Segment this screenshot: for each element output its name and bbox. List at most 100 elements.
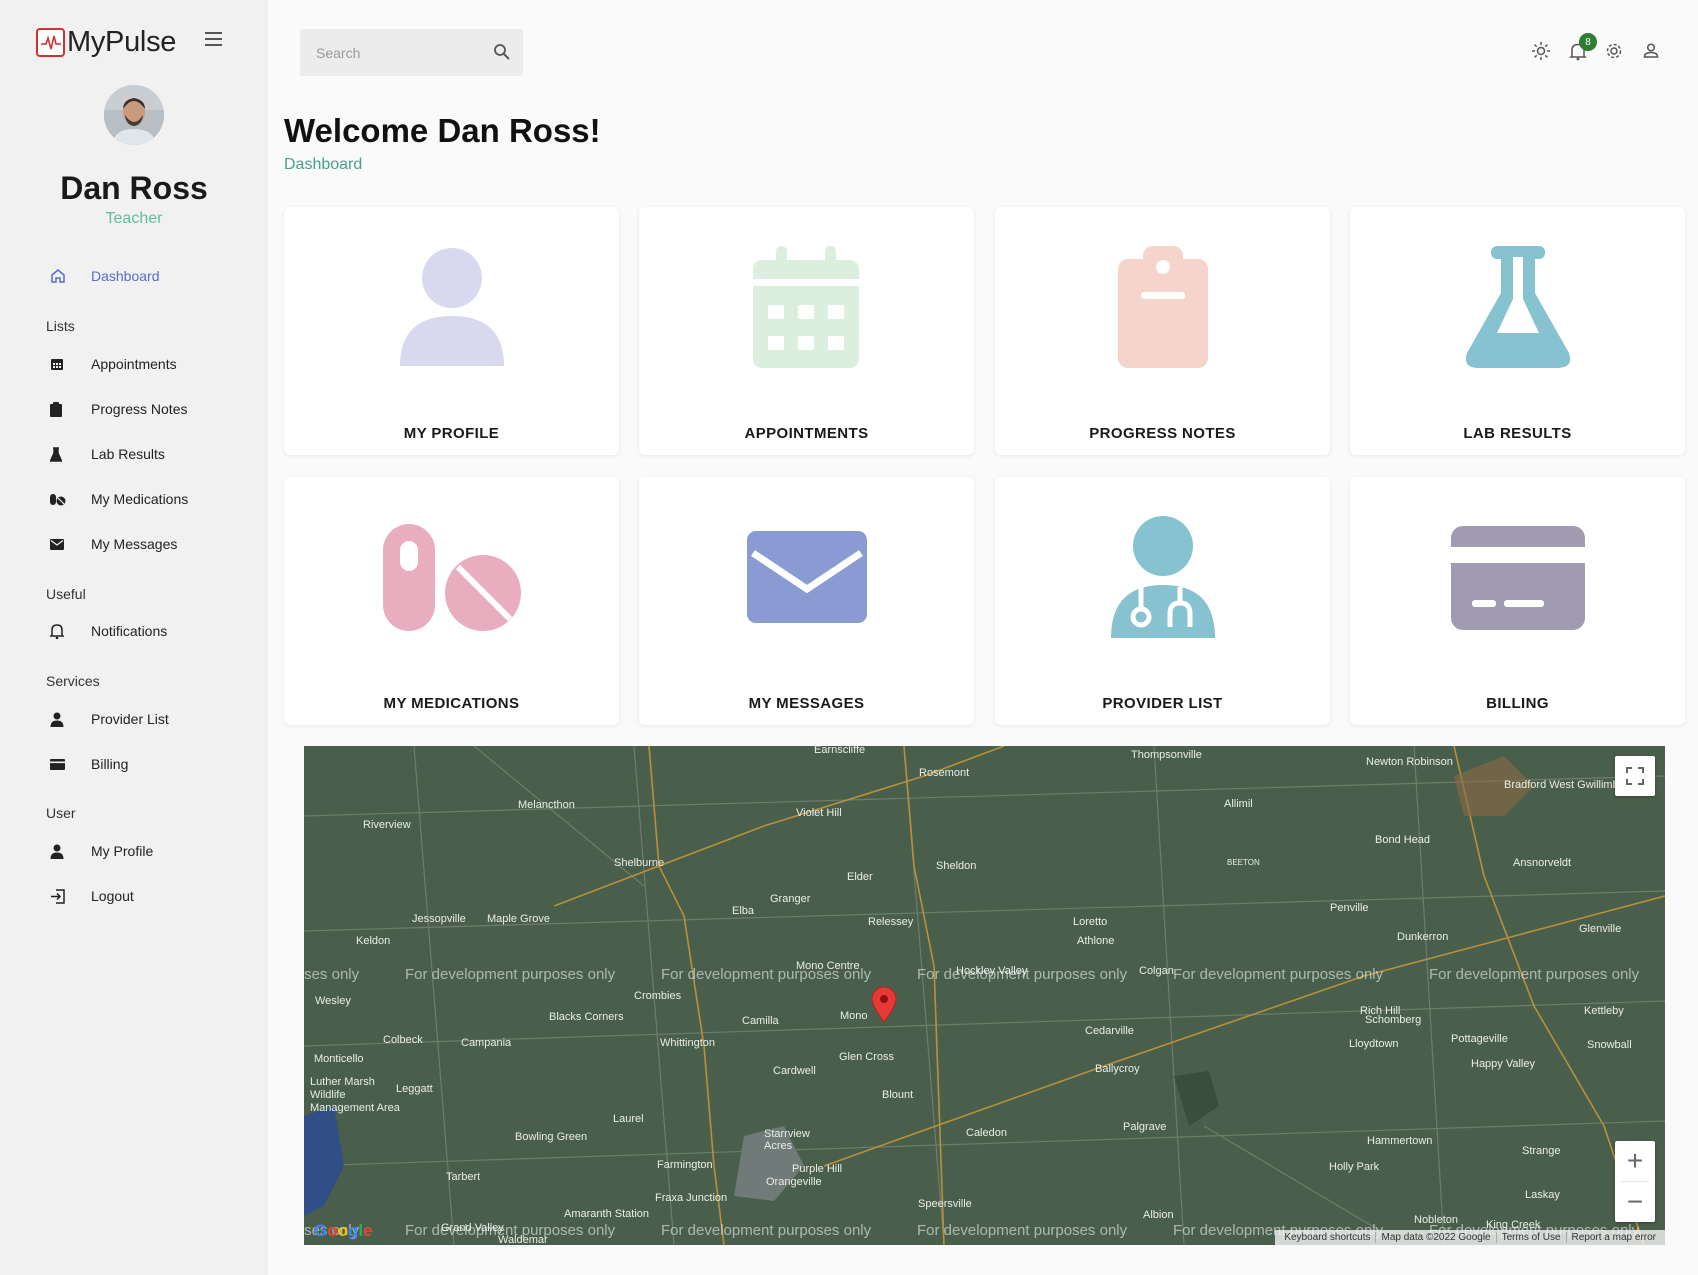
sidebar-item-notifications[interactable]: Notifications [50,623,167,639]
map-place-label: Athlone [1077,935,1115,947]
search-input[interactable] [316,42,486,64]
sidebar-item-my-messages[interactable]: My Messages [50,536,177,552]
map-place-label: Rosemont [919,767,970,779]
card-label: PROGRESS NOTES [1089,425,1236,442]
map-place-label: Elba [732,905,755,917]
sidebar-item-billing[interactable]: Billing [50,756,128,772]
pulse-logo-icon [36,28,65,57]
sidebar-item-lab-results[interactable]: Lab Results [50,446,165,462]
map-place-label: Violet Hill [796,807,842,819]
map-place-label: Laskay [1525,1189,1560,1201]
map-place-label: Maple Grove [487,913,550,925]
brightness-icon[interactable] [1531,41,1551,61]
card-billing[interactable]: BILLING [1350,477,1685,725]
map[interactable]: Earnscliffe Rosemont Thompsonville Newto… [304,746,1665,1245]
nav-section-services: Services [46,673,100,689]
zoom-out-button[interactable]: − [1615,1182,1655,1222]
map-place-label: Mono [840,1010,868,1022]
card-label: MY PROFILE [403,425,500,442]
map-place-label: Penville [1330,902,1369,914]
card-provider-list[interactable]: PROVIDER LIST [995,477,1330,725]
sidebar-item-label: My Profile [91,843,154,859]
sidebar-item-appointments[interactable]: Appointments [50,356,177,372]
map-place-label: Camilla [742,1015,779,1027]
map-place-label: Tarbert [446,1171,481,1183]
map-place-label: Allimil [1224,798,1253,810]
map-place-label: Jessopville [412,913,466,925]
sidebar-item-provider-list[interactable]: Provider List [50,711,169,727]
map-data-text: Map data ©2022 Google [1376,1232,1497,1243]
card-label: BILLING [1486,695,1549,712]
search-icon[interactable] [493,43,513,63]
sidebar-item-dashboard[interactable]: Dashboard [50,268,160,284]
sidebar-item-label: Billing [91,756,129,772]
map-place-label: Palgrave [1123,1121,1167,1133]
map-place-label: Thompsonville [1131,749,1202,761]
map-place-label: Kettleby [1584,1005,1624,1017]
page-title: Welcome Dan Ross! [284,112,601,149]
map-place-label: Blacks Corners [549,1011,624,1023]
map-place-label: Granger [770,893,811,905]
map-place-label: Snowball [1587,1039,1632,1051]
sidebar-item-label: Provider List [91,711,169,727]
clipboard-icon [50,401,76,417]
notification-badge: 8 [1579,33,1597,51]
map-place-label: Colbeck [383,1034,423,1046]
map-place-label: Sheldon [936,860,977,872]
map-place-label: Relessey [868,916,914,928]
clipboard-icon [995,245,1330,370]
sidebar: MyPulse Dan Ross Teacher Dashboard Lists… [0,0,268,1275]
sidebar-item-progress-notes[interactable]: Progress Notes [50,401,187,417]
map-place-label: Shelburne [614,857,665,869]
account-icon[interactable] [1641,41,1661,61]
sidebar-item-label: Appointments [91,356,177,372]
card-label: MY MEDICATIONS [383,695,520,712]
map-place-label: Starrview Acres [764,1128,810,1152]
map-place-label: Bond Head [1375,834,1431,846]
gear-icon[interactable] [1604,41,1624,61]
map-place-label: Speersville [918,1198,972,1210]
sidebar-item-label: My Messages [91,536,178,552]
flask-icon [1350,245,1685,370]
map-marker-icon[interactable] [871,986,897,1028]
fullscreen-icon [1626,767,1644,785]
map-place-label: Newton Robinson [1366,756,1453,768]
map-roads [304,746,1665,1245]
map-place-label: Laurel [613,1113,644,1125]
sidebar-item-label: Notifications [91,623,168,639]
map-place-label: Melancthon [518,799,575,811]
card-label: LAB RESULTS [1463,425,1572,442]
map-place-label: Earnscliffe [814,746,866,756]
map-place-label: Strange [1522,1145,1561,1157]
doctor-icon [995,515,1330,640]
sidebar-item-my-profile[interactable]: My Profile [50,843,153,859]
breadcrumb[interactable]: Dashboard [284,156,362,174]
map-place-label: Pottageville [1451,1033,1508,1045]
sidebar-item-my-medications[interactable]: My Medications [50,491,188,507]
card-my-profile[interactable]: MY PROFILE [284,207,619,455]
sidebar-item-label: Logout [91,888,134,904]
map-place-label: Purple Hill [792,1163,843,1175]
terms-link[interactable]: Terms of Use [1497,1232,1567,1243]
avatar[interactable] [104,85,164,145]
sidebar-item-logout[interactable]: Logout [50,888,134,904]
map-place-label: Ansnorveldt [1513,857,1572,869]
hamburger-menu-icon[interactable] [205,32,227,50]
map-place-label: Elder [847,871,873,883]
fullscreen-button[interactable] [1615,756,1655,796]
card-lab-results[interactable]: LAB RESULTS [1350,207,1685,455]
card-my-messages[interactable]: MY MESSAGES [639,477,974,725]
card-my-medications[interactable]: MY MEDICATIONS [284,477,619,725]
zoom-in-button[interactable]: + [1615,1141,1655,1181]
keyboard-shortcuts-link[interactable]: Keyboard shortcuts [1279,1232,1377,1243]
card-appointments[interactable]: APPOINTMENTS [639,207,974,455]
map-place-label: Wesley [315,995,351,1007]
card-progress-notes[interactable]: PROGRESS NOTES [995,207,1330,455]
report-error-link[interactable]: Report a map error [1567,1232,1661,1243]
profile-icon [284,245,619,370]
person-icon [50,843,76,859]
brand[interactable]: MyPulse [36,26,176,59]
google-logo[interactable]: Google [314,1221,373,1241]
map-place-label: Cardwell [773,1065,816,1077]
map-place-label: Loretto [1073,916,1108,928]
